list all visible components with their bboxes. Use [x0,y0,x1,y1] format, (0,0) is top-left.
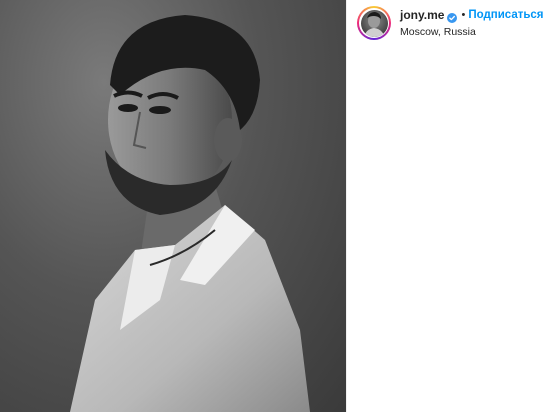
separator-dot: • [461,9,466,21]
avatar-image [360,9,388,37]
avatar[interactable] [357,6,391,40]
post-header: jony.me • Подписаться Moscow, Russia [347,0,550,44]
location-link[interactable]: Moscow, Russia [400,26,544,38]
post-photo[interactable] [0,0,346,412]
portrait-illustration [70,15,310,412]
username-link[interactable]: jony.me [400,8,444,22]
follow-button[interactable]: Подписаться [468,9,543,21]
avatar-border [359,8,389,38]
post-sidebar: jony.me • Подписаться Moscow, Russia [346,0,550,412]
post-meta: jony.me • Подписаться Moscow, Russia [400,6,544,38]
avatar-portrait-icon [363,11,385,37]
header-row: jony.me • Подписаться [400,8,544,23]
verified-badge-icon [447,10,458,23]
